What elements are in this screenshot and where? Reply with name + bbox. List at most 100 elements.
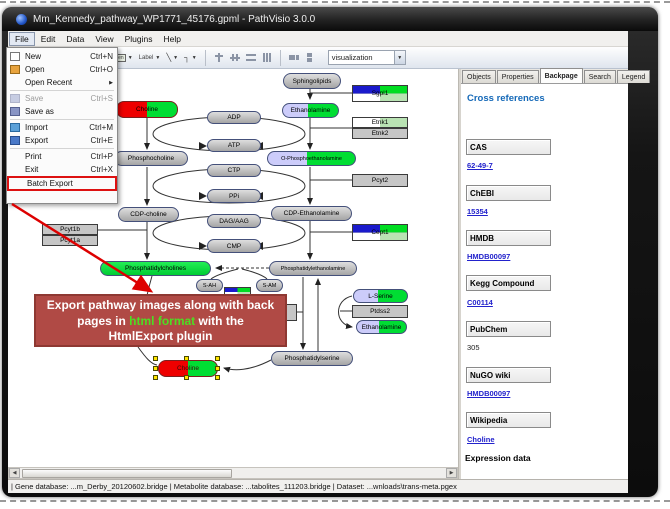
node-dag-aag[interactable]: DAG/AAG xyxy=(207,214,261,228)
title-bar[interactable]: Mm_Kennedy_pathway_WP1771_45176.gpml - P… xyxy=(2,7,658,31)
selection-handle[interactable] xyxy=(215,356,220,361)
xref-link-cas[interactable]: 62-49-7 xyxy=(467,161,493,170)
menu-edit[interactable]: Edit xyxy=(36,33,61,45)
file-menu-print[interactable]: PrintCtrl+P xyxy=(7,150,117,163)
file-menu-save[interactable]: SaveCtrl+S xyxy=(7,92,117,105)
node-sgpl1[interactable]: Sgpl1 xyxy=(352,85,408,102)
open-folder-icon xyxy=(10,65,20,74)
highlighted-text: html format xyxy=(129,314,195,328)
connector-tool-button[interactable]: ┐ ▼ xyxy=(181,49,200,66)
node-ptdss2[interactable]: Ptdss2 xyxy=(352,305,408,318)
tab-backpage[interactable]: Backpage xyxy=(540,68,583,83)
node-s-am[interactable]: S-AM xyxy=(256,279,283,292)
menu-separator xyxy=(10,90,114,91)
node-atp[interactable]: ATP xyxy=(207,139,261,152)
node-ppi[interactable]: PPi xyxy=(207,189,261,203)
selection-handle[interactable] xyxy=(184,375,189,380)
distribute-vertical-button[interactable] xyxy=(259,49,275,66)
node-phosphatidylethanolamine[interactable]: Phosphatidylethanolamine xyxy=(269,261,357,276)
node-choline-top[interactable]: Choline xyxy=(116,101,178,118)
side-panel-tabs: Objects Properties Backpage Search Legen… xyxy=(461,69,628,84)
scrollbar-thumb[interactable] xyxy=(22,469,232,478)
side-panel: Objects Properties Backpage Search Legen… xyxy=(461,69,628,479)
align-center-y-button[interactable] xyxy=(227,49,243,66)
node-etnk2[interactable]: Etnk2 xyxy=(352,128,408,139)
scroll-right-icon[interactable]: ▶ xyxy=(446,468,457,478)
menu-plugins[interactable]: Plugins xyxy=(120,33,158,45)
xref-link-chebi[interactable]: 15354 xyxy=(467,207,488,216)
node-ethanolamine-top[interactable]: Ethanolamine xyxy=(282,103,339,118)
selection-handle[interactable] xyxy=(215,366,220,371)
node-pcyt1a[interactable]: Pcyt1a xyxy=(42,235,98,246)
align-center-x-button[interactable] xyxy=(211,49,227,66)
panel-splitter[interactable] xyxy=(458,69,461,479)
screenshot-stage: Mm_Kennedy_pathway_WP1771_45176.gpml - P… xyxy=(0,0,670,509)
submenu-arrow-icon: ▶ xyxy=(109,80,113,86)
menu-view[interactable]: View xyxy=(90,33,118,45)
file-menu-exit[interactable]: ExitCtrl+X xyxy=(7,163,117,176)
node-phosphatidylcholines[interactable]: Phosphatidylcholines xyxy=(100,261,211,276)
node-l-serine[interactable]: L-Serine xyxy=(353,289,408,303)
selection-handle[interactable] xyxy=(153,356,158,361)
menu-data[interactable]: Data xyxy=(61,33,89,45)
file-menu-save-as[interactable]: Save as xyxy=(7,105,117,118)
tab-properties[interactable]: Properties xyxy=(497,70,539,83)
node-etnk1[interactable]: Etnk1 xyxy=(352,117,408,128)
line-tool-button[interactable]: ╲ ▼ xyxy=(163,49,181,66)
tab-objects[interactable]: Objects xyxy=(462,70,496,83)
node-o-phosphoethanolamine[interactable]: O-Phosphoethanolamine xyxy=(267,151,356,166)
menu-file[interactable]: File xyxy=(9,32,35,46)
node-pcyt2[interactable]: Pcyt2 xyxy=(352,174,408,187)
node-phosphatidylserine[interactable]: Phosphatidylserine xyxy=(271,351,353,366)
selection-handle[interactable] xyxy=(215,375,220,380)
xref-link-nugo[interactable]: HMDB00097 xyxy=(467,389,510,398)
node-cmp[interactable]: CMP xyxy=(207,239,261,253)
file-menu-export[interactable]: ExportCtrl+E xyxy=(7,134,117,147)
tab-legend[interactable]: Legend xyxy=(617,70,650,83)
file-menu-open-recent[interactable]: Open Recent▶ xyxy=(7,76,117,89)
file-menu: NewCtrl+N OpenCtrl+O Open Recent▶ SaveCt… xyxy=(6,47,118,204)
file-menu-new[interactable]: NewCtrl+N xyxy=(7,50,117,63)
chevron-down-icon[interactable]: ▼ xyxy=(128,55,133,61)
scroll-left-icon[interactable]: ◀ xyxy=(9,468,20,478)
stack-vertical-button[interactable] xyxy=(302,49,318,66)
node-ethanolamine-bottom[interactable]: Ethanolamine xyxy=(356,320,407,334)
selection-handle[interactable] xyxy=(153,375,158,380)
xref-link-kegg[interactable]: C00114 xyxy=(467,298,493,307)
menu-separator xyxy=(10,119,114,120)
chevron-down-icon[interactable]: ▼ xyxy=(155,55,160,61)
menu-help[interactable]: Help xyxy=(159,33,186,45)
chevron-down-icon[interactable]: ▼ xyxy=(394,51,405,64)
xref-link-hmdb[interactable]: HMDB00097 xyxy=(467,252,510,261)
node-adp[interactable]: ADP xyxy=(207,111,261,124)
distribute-horizontal-button[interactable] xyxy=(243,49,259,66)
node-pcyt1b[interactable]: Pcyt1b xyxy=(42,224,98,235)
file-menu-batch-export[interactable]: Batch Export xyxy=(7,176,117,191)
file-menu-open[interactable]: OpenCtrl+O xyxy=(7,63,117,76)
visualization-combobox[interactable]: visualization ▼ xyxy=(328,50,406,65)
node-cdp-ethanolamine[interactable]: CDP-Ethanolamine xyxy=(271,206,352,221)
distribute-horizontal-icon xyxy=(246,53,256,62)
stack-horizontal-button[interactable] xyxy=(286,49,302,66)
horizontal-scrollbar[interactable]: ◀ ▶ xyxy=(8,467,458,479)
align-center-x-icon xyxy=(214,53,224,62)
selection-handle[interactable] xyxy=(184,356,189,361)
node-phosphocholine[interactable]: Phosphocholine xyxy=(114,151,188,166)
export-icon xyxy=(10,136,20,145)
node-sphingolipids[interactable]: Sphingolipids xyxy=(283,73,341,89)
selection-handle[interactable] xyxy=(153,366,158,371)
tab-search[interactable]: Search xyxy=(584,70,616,83)
save-as-floppy-icon xyxy=(10,107,20,116)
node-cdp-choline[interactable]: CDP-choline xyxy=(118,207,179,222)
chevron-down-icon[interactable]: ▼ xyxy=(192,55,197,61)
xref-source-nugo: NuGO wiki xyxy=(466,367,551,383)
xref-link-wikipedia[interactable]: Choline xyxy=(467,435,495,444)
label-tool-button[interactable]: Label ▼ xyxy=(136,49,164,66)
xref-source-kegg: Kegg Compound xyxy=(466,275,551,291)
file-menu-import[interactable]: ImportCtrl+M xyxy=(7,121,117,134)
node-cept1[interactable]: Cept1 xyxy=(352,224,408,241)
chevron-down-icon[interactable]: ▼ xyxy=(173,55,178,61)
node-ctp[interactable]: CTP xyxy=(207,164,261,177)
xref-source-pubchem: PubChem xyxy=(466,321,551,337)
node-s-ah[interactable]: S-AH xyxy=(196,279,223,292)
